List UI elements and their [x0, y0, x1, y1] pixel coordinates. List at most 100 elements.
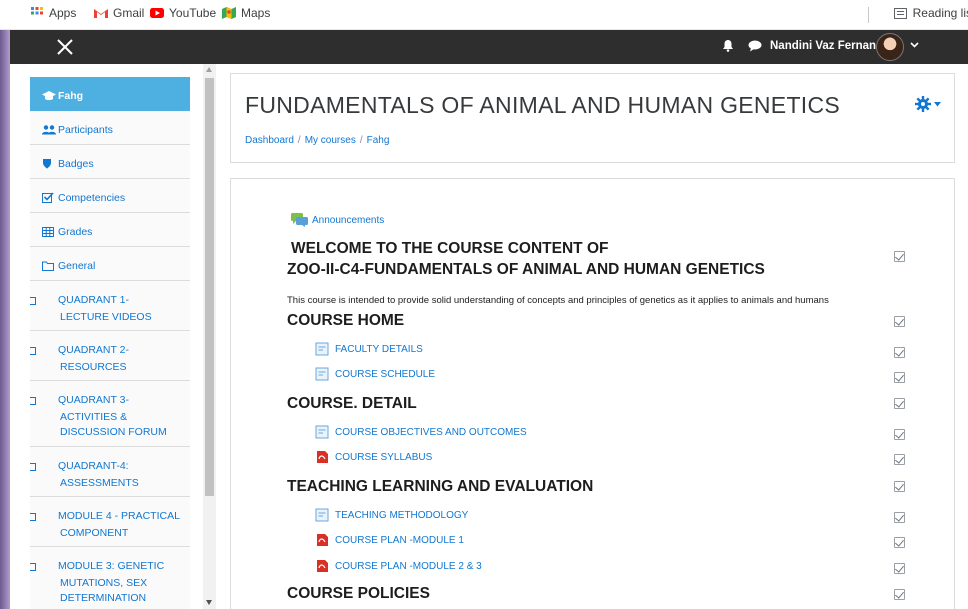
shield-icon [42, 158, 54, 174]
completion-checkbox[interactable] [894, 589, 905, 600]
resource-teaching-methodology[interactable]: TEACHING METHODOLOGY [315, 508, 468, 522]
course-header: FUNDAMENTALS OF ANIMAL AND HUMAN GENETIC… [230, 73, 955, 163]
completion-checkbox[interactable] [894, 251, 905, 262]
completion-checkbox[interactable] [894, 347, 905, 358]
resource-faculty-details[interactable]: FACULTY DETAILS [315, 342, 423, 356]
folder-icon [30, 345, 54, 360]
sidebar-item-module-3[interactable]: MODULE 3: GENETIC MUTATIONS, SEX DETERMI… [30, 547, 190, 609]
sidebar-item-general[interactable]: General [30, 247, 190, 281]
sidebar-item-label: MODULE 4 - PRACTICAL COMPONENT [58, 510, 180, 539]
sidebar-scrollbar[interactable] [203, 64, 216, 609]
sidebar-item-quadrant-2[interactable]: QUADRANT 2- RESOURCES [30, 331, 190, 381]
page-icon [315, 367, 329, 381]
folder-icon [30, 461, 54, 476]
resource-label: COURSE OBJECTIVES AND OUTCOMES [335, 426, 527, 438]
bookmark-youtube[interactable]: YouTube [150, 6, 216, 20]
bookmark-youtube-label: YouTube [169, 6, 217, 20]
resource-label: COURSE PLAN -MODULE 1 [335, 534, 464, 546]
sidebar-item-module-4[interactable]: MODULE 4 - PRACTICAL COMPONENT [30, 497, 190, 547]
gear-icon [915, 96, 931, 112]
resource-label: FACULTY DETAILS [335, 343, 423, 355]
bookmarks-separator [868, 7, 869, 23]
notifications-button[interactable] [722, 39, 734, 57]
close-icon [57, 39, 73, 55]
folder-icon [30, 561, 54, 576]
scroll-down-arrow-icon[interactable] [206, 600, 212, 605]
completion-checkbox[interactable] [894, 316, 905, 327]
scroll-up-arrow-icon[interactable] [206, 67, 212, 72]
bookmark-gmail[interactable]: Gmail [94, 6, 144, 20]
maps-icon [222, 7, 236, 19]
sidebar-item-label: QUADRANT-4: ASSESSMENTS [58, 460, 139, 489]
settings-caret-icon[interactable] [934, 100, 941, 109]
avatar[interactable] [876, 33, 904, 61]
bell-icon [723, 40, 733, 52]
top-navbar: Nandini Vaz Fernandes [10, 30, 968, 64]
completion-checkbox[interactable] [894, 398, 905, 409]
bookmark-apps-label: Apps [49, 6, 77, 20]
completion-checkbox[interactable] [894, 537, 905, 548]
announcements-label: Announcements [312, 214, 385, 226]
scroll-thumb[interactable] [205, 78, 214, 496]
bookmark-maps[interactable]: Maps [222, 6, 270, 20]
completion-checkbox[interactable] [894, 512, 905, 523]
resource-label: COURSE SYLLABUS [335, 451, 433, 463]
window-edge [0, 30, 10, 609]
messages-button[interactable] [748, 39, 762, 57]
announcements-link[interactable]: Announcements [291, 213, 384, 227]
graduation-cap-icon [42, 91, 56, 106]
folder-icon [30, 511, 54, 526]
sidebar-item-label: Grades [58, 226, 93, 238]
sidebar-item-quadrant-4[interactable]: QUADRANT-4: ASSESSMENTS [30, 447, 190, 497]
completion-checkbox[interactable] [894, 481, 905, 492]
section-title-course-policies[interactable]: COURSE POLICIES [287, 585, 430, 603]
folder-icon [42, 261, 54, 276]
sidebar-item-badges[interactable]: Badges [30, 145, 190, 179]
sidebar-item-label: Participants [58, 124, 113, 136]
sidebar-item-quadrant-1[interactable]: QUADRANT 1- LECTURE VIDEOS [30, 281, 190, 331]
reading-list-label: Reading lis [912, 6, 968, 20]
bookmark-apps[interactable]: Apps [30, 6, 76, 20]
completion-checkbox[interactable] [894, 563, 905, 574]
folder-icon [30, 395, 54, 410]
resource-course-syllabus[interactable]: COURSE SYLLABUS [315, 450, 432, 464]
section-title-course-detail[interactable]: COURSE. DETAIL [287, 395, 417, 413]
sidebar-item-label: Badges [58, 158, 94, 170]
resource-course-objectives[interactable]: COURSE OBJECTIVES AND OUTCOMES [315, 425, 527, 439]
reading-list-icon [893, 7, 907, 19]
course-settings-button[interactable] [915, 96, 931, 117]
section-title-course-home[interactable]: COURSE HOME [287, 312, 404, 330]
breadcrumb-my-courses[interactable]: My courses [305, 135, 356, 146]
sidebar-item-participants[interactable]: Participants [30, 111, 190, 145]
sidebar-item-label: MODULE 3: GENETIC MUTATIONS, SEX DETERMI… [58, 560, 165, 604]
sidebar-item-competencies[interactable]: Competencies [30, 179, 190, 213]
page-icon [315, 425, 329, 439]
bookmark-gmail-label: Gmail [113, 6, 145, 20]
bookmarks-bar: Apps Gmail YouTube Maps Reading lis [0, 0, 968, 30]
breadcrumb-dashboard[interactable]: Dashboard [245, 135, 294, 146]
resource-label: TEACHING METHODOLOGY [335, 509, 469, 521]
sidebar-item-label: General [58, 260, 96, 272]
resource-course-schedule[interactable]: COURSE SCHEDULE [315, 367, 435, 381]
resource-course-plan-module-1[interactable]: COURSE PLAN -MODULE 1 [315, 533, 464, 547]
resource-course-plan-module-2-3[interactable]: COURSE PLAN -MODULE 2 & 3 [315, 559, 482, 573]
breadcrumb-course[interactable]: Fahg [367, 135, 390, 146]
sidebar-item-grades[interactable]: Grades [30, 213, 190, 247]
chevron-down-icon[interactable] [910, 40, 919, 51]
completion-checkbox[interactable] [894, 454, 905, 465]
sidebar-item-label: Fahg [58, 90, 84, 102]
completion-checkbox[interactable] [894, 372, 905, 383]
sidebar-item-fahg[interactable]: Fahg [30, 77, 190, 111]
sidebar-item-label: QUADRANT 1- LECTURE VIDEOS [58, 294, 152, 323]
apps-grid-icon [31, 7, 43, 15]
reading-list[interactable]: Reading lis [893, 6, 968, 20]
sidebar-item-label: QUADRANT 3- ACTIVITIES & DISCUSSION FORU… [58, 394, 167, 438]
close-drawer-button[interactable] [52, 34, 78, 60]
completion-checkbox[interactable] [894, 429, 905, 440]
breadcrumb: Dashboard / My courses / Fahg [245, 135, 390, 146]
forum-icon [291, 213, 308, 227]
pdf-icon [317, 560, 328, 572]
section-title-teaching[interactable]: TEACHING LEARNING AND EVALUATION [287, 478, 593, 496]
pdf-icon [317, 534, 328, 546]
sidebar-item-quadrant-3[interactable]: QUADRANT 3- ACTIVITIES & DISCUSSION FORU… [30, 381, 190, 447]
